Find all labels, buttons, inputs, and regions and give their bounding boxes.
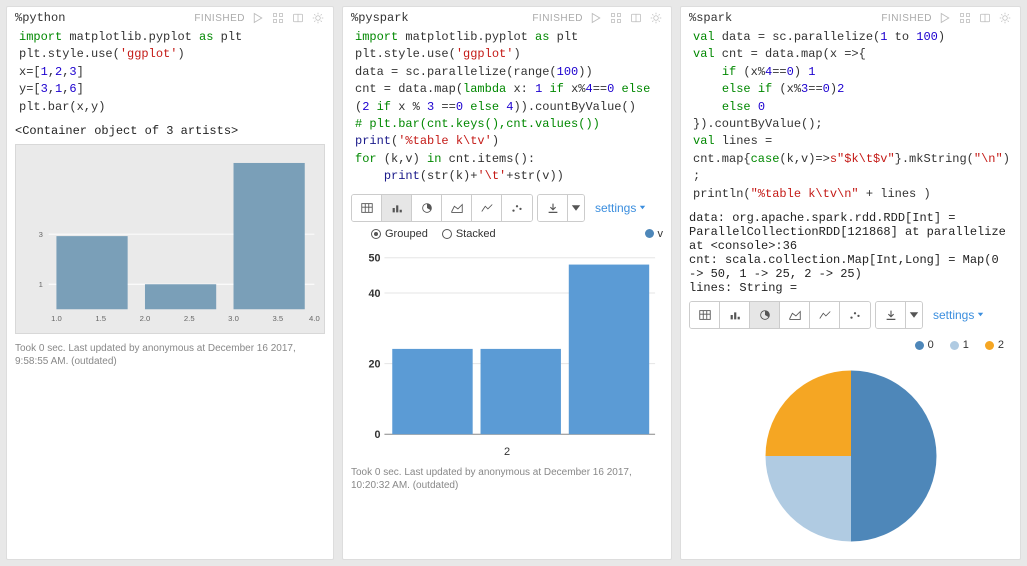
svg-text:3: 3 xyxy=(39,230,43,239)
cell-python: %python FINISHED import matplotlib.pyplo… xyxy=(6,6,334,560)
svg-text:0: 0 xyxy=(374,429,380,441)
gear-icon[interactable] xyxy=(998,11,1012,25)
stdout-text: data: org.apache.spark.rdd.RDD[Int] = Pa… xyxy=(689,211,1012,295)
svg-text:20: 20 xyxy=(369,358,381,370)
status-text: FINISHED xyxy=(881,13,932,24)
gear-icon[interactable] xyxy=(311,11,325,25)
svg-text:1.5: 1.5 xyxy=(95,314,106,323)
interpreter-label: %pyspark xyxy=(351,11,409,25)
run-icon[interactable] xyxy=(251,11,265,25)
legend-item: 0 xyxy=(915,339,934,351)
download-caret-icon[interactable] xyxy=(568,195,584,221)
cell-pyspark: %pyspark FINISHED import matplotlib.pypl… xyxy=(342,6,672,560)
code-block[interactable]: import matplotlib.pyplot as plt plt.styl… xyxy=(19,29,325,116)
svg-text:1: 1 xyxy=(39,280,43,289)
cell-header: %python FINISHED xyxy=(15,11,325,25)
code-block[interactable]: import matplotlib.pyplot as plt plt.styl… xyxy=(355,29,663,186)
cell-meta: Took 0 sec. Last updated by anonymous at… xyxy=(15,342,325,368)
viz-toolbar: settings xyxy=(689,301,1012,329)
legend-item: 1 xyxy=(950,339,969,351)
expand-icon[interactable] xyxy=(958,11,972,25)
svg-text:50: 50 xyxy=(369,252,381,264)
settings-label: settings xyxy=(595,201,636,215)
viz-bar-icon[interactable] xyxy=(720,302,750,328)
cell-spark: %spark FINISHED val data = sc.paralleliz… xyxy=(680,6,1021,560)
svg-text:3.0: 3.0 xyxy=(228,314,239,323)
download-icon[interactable] xyxy=(538,195,568,221)
run-icon[interactable] xyxy=(589,11,603,25)
pie-chart-wrap: 0 1 2 xyxy=(689,333,1012,551)
viz-pie-icon[interactable] xyxy=(750,302,780,328)
series-legend: v xyxy=(645,228,664,240)
gear-icon[interactable] xyxy=(649,11,663,25)
viz-toolbar: settings xyxy=(351,194,663,222)
viz-table-icon[interactable] xyxy=(690,302,720,328)
run-icon[interactable] xyxy=(938,11,952,25)
cell-meta: Took 0 sec. Last updated by anonymous at… xyxy=(351,466,663,492)
download-caret-icon[interactable] xyxy=(906,302,922,328)
viz-scatter-icon[interactable] xyxy=(502,195,532,221)
viz-area-icon[interactable] xyxy=(442,195,472,221)
chart-legend: Grouped Stacked v xyxy=(371,228,663,240)
stdout-text: <Container object of 3 artists> xyxy=(15,124,325,138)
status-text: FINISHED xyxy=(532,13,583,24)
viz-bar-icon[interactable] xyxy=(382,195,412,221)
download-icon[interactable] xyxy=(876,302,906,328)
pie-chart xyxy=(756,361,946,551)
code-block[interactable]: val data = sc.parallelize(1 to 100) val … xyxy=(693,29,1012,203)
cell-header: %pyspark FINISHED xyxy=(351,11,663,25)
svg-text:3.5: 3.5 xyxy=(272,314,283,323)
svg-text:4.0: 4.0 xyxy=(309,314,320,323)
book-icon[interactable] xyxy=(629,11,643,25)
interpreter-label: %python xyxy=(15,11,65,25)
viz-scatter-icon[interactable] xyxy=(840,302,870,328)
viz-line-icon[interactable] xyxy=(472,195,502,221)
status-text: FINISHED xyxy=(194,13,245,24)
cell-header: %spark FINISHED xyxy=(689,11,1012,25)
viz-table-icon[interactable] xyxy=(352,195,382,221)
svg-text:1.0: 1.0 xyxy=(51,314,62,323)
svg-text:2.0: 2.0 xyxy=(140,314,151,323)
grouped-radio[interactable]: Grouped xyxy=(371,228,428,240)
viz-pie-icon[interactable] xyxy=(412,195,442,221)
mpl-bar-chart: 1 3 1.0 1.5 2.0 2.5 3.0 3.5 4.0 xyxy=(15,144,325,334)
settings-link[interactable]: settings xyxy=(933,308,985,322)
svg-text:40: 40 xyxy=(369,287,381,299)
expand-icon[interactable] xyxy=(609,11,623,25)
stacked-radio[interactable]: Stacked xyxy=(442,228,496,240)
viz-line-icon[interactable] xyxy=(810,302,840,328)
svg-text:2.5: 2.5 xyxy=(184,314,195,323)
settings-label: settings xyxy=(933,308,974,322)
settings-link[interactable]: settings xyxy=(595,201,647,215)
expand-icon[interactable] xyxy=(271,11,285,25)
viz-area-icon[interactable] xyxy=(780,302,810,328)
book-icon[interactable] xyxy=(291,11,305,25)
interpreter-label: %spark xyxy=(689,11,732,25)
xaxis-label: 2 xyxy=(351,446,663,458)
pie-legend: 0 1 2 xyxy=(915,339,1004,351)
book-icon[interactable] xyxy=(978,11,992,25)
bar-chart: 50 40 20 0 xyxy=(355,244,659,444)
legend-item: 2 xyxy=(985,339,1004,351)
